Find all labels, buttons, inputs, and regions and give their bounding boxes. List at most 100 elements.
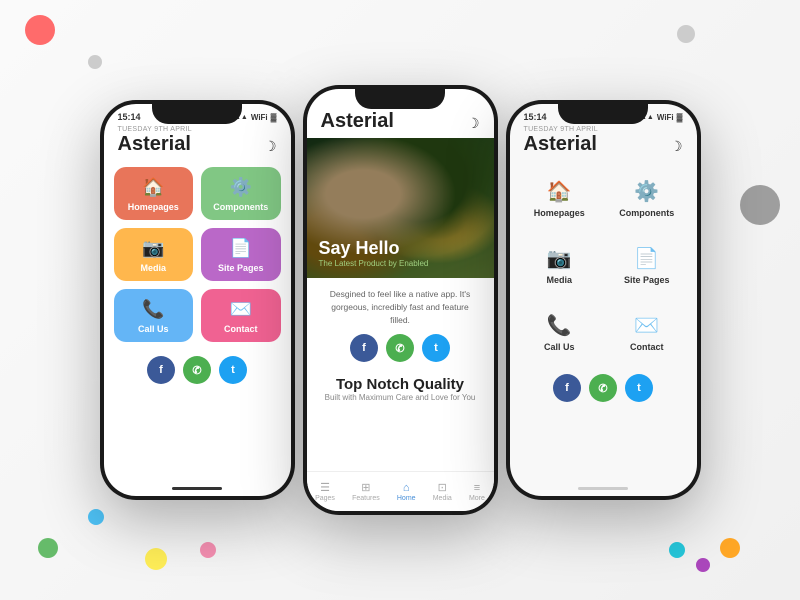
facebook-btn-3[interactable]: f [553, 374, 581, 402]
sitepages-icon: 📄 [230, 238, 252, 259]
light-item-contact[interactable]: ✉️ Contact [607, 301, 687, 360]
phone-2-screen: — Asterial ☽ Say Hello The Latest Produc… [307, 89, 494, 511]
media-label: Media [140, 263, 166, 273]
phone-btn-2[interactable]: ✆ [386, 334, 414, 362]
light-contact-label: Contact [630, 342, 664, 352]
components-icon: ⚙️ [230, 177, 252, 198]
phone-3-notch [558, 100, 648, 124]
phone-2-social-row: f ✆ t [321, 326, 480, 366]
light-item-callus[interactable]: 📞 Call Us [520, 301, 600, 360]
homepages-icon: 🏠 [142, 177, 164, 198]
phone-3-dark-mode-icon[interactable]: ☽ [670, 138, 683, 155]
phone-1-menu-grid: 🏠 Homepages ⚙️ Components 📷 Media 📄 Site… [104, 161, 291, 348]
phone-3-wrapper: 15:14 ▲▲▲ WiFi ▓ Tuesday 9th April Aster… [506, 100, 701, 500]
facebook-btn-2[interactable]: f [350, 334, 378, 362]
media-icon: 📷 [142, 238, 164, 259]
phone-3-light-grid: 🏠 Homepages ⚙️ Components 📷 Media 📄 Site… [510, 161, 697, 366]
contact-icon: ✉️ [230, 299, 252, 320]
nav-media-label: Media [433, 495, 452, 502]
nav-media[interactable]: ⊡ Media [433, 481, 452, 502]
phone-1-title: Asterial [118, 133, 192, 155]
phone-2-header: Asterial ☽ [307, 110, 494, 138]
phone-3-date: Tuesday 9th April [524, 126, 598, 133]
hero-text: Say Hello The Latest Product by Enabled [319, 238, 429, 268]
phone-3-title: Asterial [524, 133, 598, 155]
phone-2-description: Desgined to feel like a native app. It's… [321, 288, 480, 326]
section-sub: Built with Maximum Care and Love for You [321, 393, 480, 402]
phone-1-date: Tuesday 9th April [118, 126, 192, 133]
callus-label: Call Us [138, 324, 169, 334]
nav-features-icon: ⊞ [361, 481, 370, 494]
nav-features-label: Features [352, 495, 380, 502]
light-item-media[interactable]: 📷 Media [520, 234, 600, 293]
phone-1-social-row: f ✆ t [104, 348, 291, 388]
phone-btn-1[interactable]: ✆ [183, 356, 211, 384]
twitter-btn-3[interactable]: t [625, 374, 653, 402]
battery-icon: ▓ [271, 113, 277, 122]
menu-item-sitepages[interactable]: 📄 Site Pages [201, 228, 281, 281]
light-media-label: Media [546, 275, 572, 285]
twitter-btn-2[interactable]: t [422, 334, 450, 362]
nav-features[interactable]: ⊞ Features [352, 481, 380, 502]
phone-3-screen: 15:14 ▲▲▲ WiFi ▓ Tuesday 9th April Aster… [510, 104, 697, 496]
menu-item-components[interactable]: ⚙️ Components [201, 167, 281, 220]
light-item-components[interactable]: ⚙️ Components [607, 167, 687, 226]
nav-home[interactable]: ⌂ Home [397, 482, 416, 502]
nav-home-icon: ⌂ [403, 482, 410, 494]
light-item-sitepages[interactable]: 📄 Site Pages [607, 234, 687, 293]
light-sitepages-label: Site Pages [624, 275, 670, 285]
light-components-icon: ⚙️ [634, 179, 659, 204]
phone-3-header: Tuesday 9th April Asterial ☽ [510, 124, 697, 161]
menu-item-homepages[interactable]: 🏠 Homepages [114, 167, 194, 220]
phone-btn-3[interactable]: ✆ [589, 374, 617, 402]
components-label: Components [213, 202, 268, 212]
nav-more-label: More [469, 495, 485, 502]
nav-pages-label: Pages [315, 495, 335, 502]
facebook-btn-1[interactable]: f [147, 356, 175, 384]
phone-1-dark-mode-icon[interactable]: ☽ [264, 138, 277, 155]
menu-item-media[interactable]: 📷 Media [114, 228, 194, 281]
wifi-icon: WiFi [251, 113, 268, 122]
section-title: Top Notch Quality [321, 376, 480, 393]
phone-1-header: Tuesday 9th April Asterial ☽ [104, 124, 291, 161]
phone-1-time: 15:14 [118, 112, 141, 122]
phones-container: 15:14 ▲▲▲ WiFi ▓ Tuesday 9th April Aster… [0, 0, 800, 600]
nav-more[interactable]: ≡ More [469, 482, 485, 502]
menu-item-callus[interactable]: 📞 Call Us [114, 289, 194, 342]
hero-title: Say Hello [319, 238, 429, 259]
homepages-label: Homepages [128, 202, 179, 212]
light-callus-icon: 📞 [547, 313, 572, 338]
light-callus-label: Call Us [544, 342, 575, 352]
phone-2-notch [355, 85, 445, 109]
phone-2-dark-mode-icon[interactable]: ☽ [467, 115, 480, 132]
phone-3-time: 15:14 [524, 112, 547, 122]
twitter-btn-1[interactable]: t [219, 356, 247, 384]
light-item-homepages[interactable]: 🏠 Homepages [520, 167, 600, 226]
phone-2-title: Asterial [321, 110, 394, 132]
phone-3-home-indicator [578, 487, 628, 490]
contact-label: Contact [224, 324, 258, 334]
hero-subtitle: The Latest Product by Enabled [319, 259, 429, 268]
wifi-icon-3: WiFi [657, 113, 674, 122]
light-contact-icon: ✉️ [634, 313, 659, 338]
light-homepages-icon: 🏠 [547, 179, 572, 204]
phone-1-frame: 15:14 ▲▲▲ WiFi ▓ Tuesday 9th April Aster… [100, 100, 295, 500]
sitepages-label: Site Pages [218, 263, 264, 273]
bottom-nav: ☰ Pages ⊞ Features ⌂ Home ⊡ Media [307, 471, 494, 511]
nav-pages[interactable]: ☰ Pages [315, 481, 335, 502]
phone-2-frame: — Asterial ☽ Say Hello The Latest Produc… [303, 85, 498, 515]
nav-pages-icon: ☰ [320, 481, 330, 494]
nav-more-icon: ≡ [474, 482, 480, 494]
menu-item-contact[interactable]: ✉️ Contact [201, 289, 281, 342]
phone-2-content: Desgined to feel like a native app. It's… [307, 278, 494, 416]
phone-1-notch [152, 100, 242, 124]
hero-image: Say Hello The Latest Product by Enabled [307, 138, 494, 278]
phone-3-social-row: f ✆ t [510, 366, 697, 406]
phone-3-frame: 15:14 ▲▲▲ WiFi ▓ Tuesday 9th April Aster… [506, 100, 701, 500]
phone-1-screen: 15:14 ▲▲▲ WiFi ▓ Tuesday 9th April Aster… [104, 104, 291, 496]
phone-1-home-indicator [172, 487, 222, 490]
light-media-icon: 📷 [547, 246, 572, 271]
phone-2-wrapper: — Asterial ☽ Say Hello The Latest Produc… [303, 85, 498, 515]
phone-1-wrapper: 15:14 ▲▲▲ WiFi ▓ Tuesday 9th April Aster… [100, 100, 295, 500]
light-components-label: Components [619, 208, 674, 218]
